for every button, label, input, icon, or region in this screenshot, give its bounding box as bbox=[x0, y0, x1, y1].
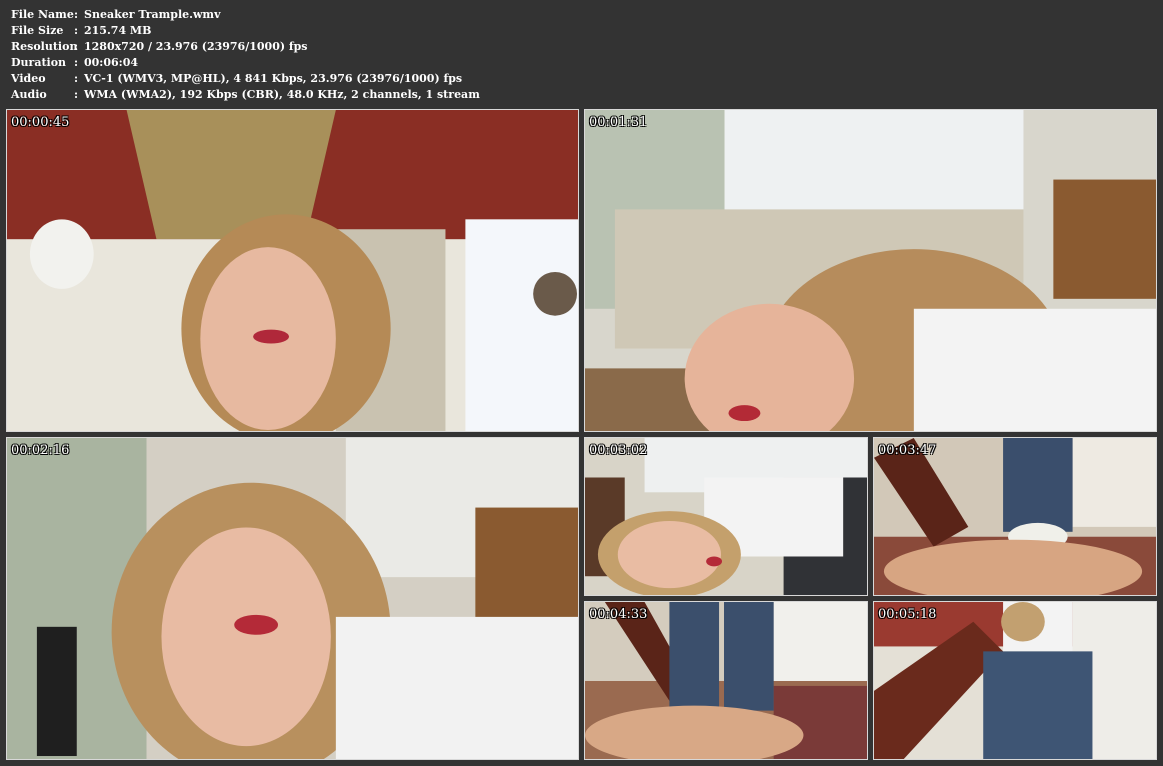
info-label: File Name bbox=[11, 8, 74, 21]
file-info-panel: File Name : Sneaker Trample.wmv File Siz… bbox=[11, 7, 480, 103]
frame-timestamp: 00:02:16 bbox=[11, 443, 70, 458]
frame-image bbox=[7, 438, 578, 759]
info-value: 00:06:04 bbox=[84, 56, 139, 69]
info-separator: : bbox=[74, 40, 79, 53]
frame-timestamp: 00:03:02 bbox=[589, 443, 648, 458]
info-row-file-name: File Name : Sneaker Trample.wmv bbox=[11, 7, 480, 23]
info-value: VC-1 (WMV3, MP@HL), 4 841 Kbps, 23.976 (… bbox=[84, 72, 463, 85]
thumbnail-frame: 00:03:47 bbox=[873, 437, 1157, 596]
contact-sheet: File Name : Sneaker Trample.wmv File Siz… bbox=[0, 0, 1163, 766]
info-separator: : bbox=[74, 72, 79, 85]
thumbnail-frame: 00:03:02 bbox=[584, 437, 868, 596]
info-row-audio: Audio : WMA (WMA2), 192 Kbps (CBR), 48.0… bbox=[11, 87, 480, 103]
info-row-file-size: File Size : 215.74 MB bbox=[11, 23, 480, 39]
info-value: Sneaker Trample.wmv bbox=[84, 8, 221, 21]
frame-timestamp: 00:01:31 bbox=[589, 115, 648, 130]
info-label: Resolution bbox=[11, 40, 78, 53]
info-value: 1280x720 / 23.976 (23976/1000) fps bbox=[84, 40, 308, 53]
thumbnail-frame: 00:02:16 bbox=[6, 437, 579, 760]
info-label: File Size bbox=[11, 24, 64, 37]
info-label: Duration bbox=[11, 56, 67, 69]
frame-image bbox=[585, 438, 867, 595]
thumbnail-frame: 00:04:33 bbox=[584, 601, 868, 760]
info-separator: : bbox=[74, 24, 79, 37]
info-label: Audio bbox=[11, 88, 47, 101]
frame-image bbox=[874, 602, 1156, 759]
info-separator: : bbox=[74, 88, 79, 101]
info-value: 215.74 MB bbox=[84, 24, 152, 37]
info-separator: : bbox=[74, 8, 79, 21]
frame-timestamp: 00:03:47 bbox=[878, 443, 937, 458]
info-value: WMA (WMA2), 192 Kbps (CBR), 48.0 KHz, 2 … bbox=[84, 88, 480, 101]
frame-timestamp: 00:04:33 bbox=[589, 607, 648, 622]
frame-image bbox=[874, 438, 1156, 595]
thumbnail-frame: 00:00:45 bbox=[6, 109, 579, 432]
frame-image bbox=[585, 110, 1156, 431]
info-row-resolution: Resolution : 1280x720 / 23.976 (23976/10… bbox=[11, 39, 480, 55]
frame-image bbox=[585, 602, 867, 759]
frame-image bbox=[7, 110, 578, 431]
info-row-duration: Duration : 00:06:04 bbox=[11, 55, 480, 71]
frame-timestamp: 00:00:45 bbox=[11, 115, 70, 130]
thumbnail-frame: 00:01:31 bbox=[584, 109, 1157, 432]
info-label: Video bbox=[11, 72, 46, 85]
info-row-video: Video : VC-1 (WMV3, MP@HL), 4 841 Kbps, … bbox=[11, 71, 480, 87]
info-separator: : bbox=[74, 56, 79, 69]
thumbnail-frame: 00:05:18 bbox=[873, 601, 1157, 760]
frame-timestamp: 00:05:18 bbox=[878, 607, 937, 622]
